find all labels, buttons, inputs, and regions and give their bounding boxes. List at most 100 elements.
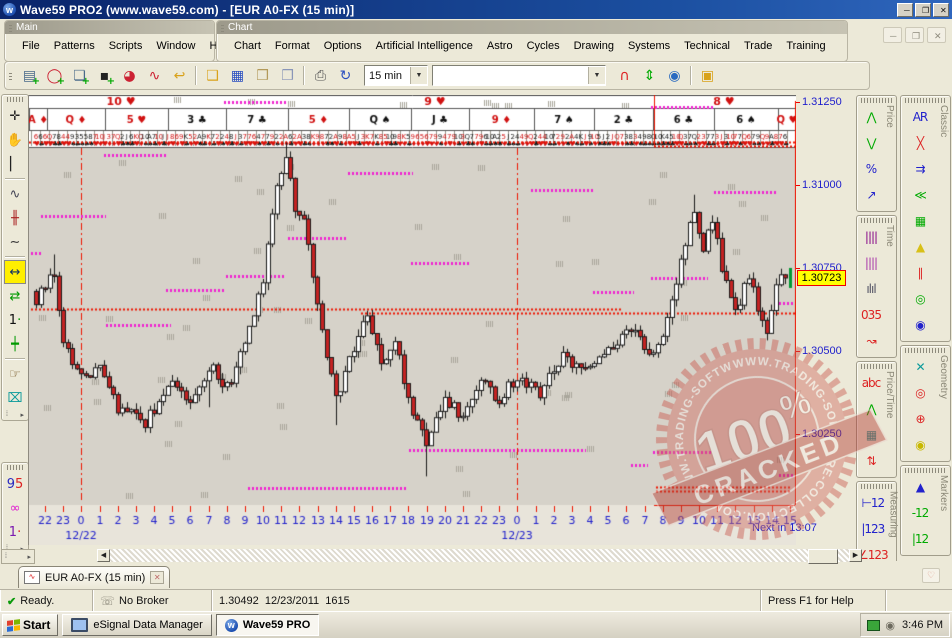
menu-drawing[interactable]: Drawing — [567, 37, 621, 55]
menu-systems[interactable]: Systems — [621, 37, 677, 55]
open-button[interactable]: ❑ — [200, 64, 225, 87]
chevron-down-icon[interactable]: ▼ — [588, 67, 605, 84]
level-marker-tool[interactable]: -12 — [902, 500, 938, 526]
count-1-tool[interactable]: 1· — [4, 520, 26, 544]
chevron-down-icon[interactable]: ▼ — [410, 67, 427, 84]
vector-tool[interactable]: ⇅ — [858, 448, 884, 474]
world-scan-tool[interactable]: ◉ — [902, 312, 938, 338]
paste-chart-button[interactable]: ❒ — [250, 64, 275, 87]
symbol-combobox[interactable]: ▼ — [432, 65, 606, 86]
delete-tool[interactable]: ⌧ — [4, 386, 26, 410]
angle-ruler-tool[interactable]: ∠123 — [858, 542, 888, 561]
print-button[interactable]: ⎙ — [308, 64, 333, 87]
menu-scripts[interactable]: Scripts — [102, 37, 150, 55]
menu-technical[interactable]: Technical — [677, 37, 737, 55]
network-tray-icon[interactable] — [867, 620, 880, 631]
trend-retrace-tool[interactable]: ⋀ — [858, 104, 884, 130]
parallel-lines-tool[interactable]: ∥ — [902, 260, 938, 286]
menu-astro[interactable]: Astro — [480, 37, 520, 55]
horizontal-scrollbar[interactable]: ◀ ▶ — [97, 549, 862, 562]
menu-chart[interactable]: Chart — [227, 37, 268, 55]
refresh-button[interactable]: ↻ — [333, 64, 358, 87]
abc-label-tool[interactable]: abc — [858, 370, 884, 396]
scroll-right-button[interactable]: ▶ — [849, 549, 862, 562]
new-chart-button[interactable]: ▤+ — [17, 64, 42, 87]
notes-button[interactable]: ▣ — [695, 64, 720, 87]
ellipse-tool[interactable]: ⊕ — [902, 406, 938, 432]
bar-marker-tool[interactable]: |12 — [902, 526, 938, 552]
hurst-cycle-tool[interactable]: ∞ — [4, 496, 26, 520]
mdi-minimize-button[interactable]: ─ — [883, 27, 902, 43]
price-steps-tool[interactable]: ↗ — [858, 182, 884, 208]
mdi-close-button[interactable]: ✕ — [927, 27, 946, 43]
center-bars-tool[interactable]: ┿ — [4, 332, 26, 356]
new-layout-button[interactable]: ❏+ — [67, 64, 92, 87]
tab-options-button[interactable]: ♡ — [922, 568, 940, 583]
menu-file[interactable]: File — [15, 37, 47, 55]
time-lines-tool[interactable]: |||| — [858, 224, 884, 250]
arcs-tool[interactable]: ✕ — [902, 354, 938, 380]
gann-grid-tool[interactable]: ▦ — [902, 208, 938, 234]
grid-tool[interactable]: ▦ — [858, 422, 884, 448]
width-ruler-tool[interactable]: ⊢12 — [858, 490, 888, 516]
taskbar-wave59-button[interactable]: wWave59 PRO — [216, 614, 319, 636]
menu-trade[interactable]: Trade — [737, 37, 779, 55]
interval-dropdown[interactable]: 15 min ▼ — [364, 65, 428, 86]
gann-fan-tool[interactable]: ≪ — [902, 182, 938, 208]
taskbar-esignal-button[interactable]: eSignal Data Manager — [62, 614, 211, 636]
menu-patterns[interactable]: Patterns — [47, 37, 102, 55]
menu-options[interactable]: Options — [317, 37, 369, 55]
pattern-tool[interactable]: ⋀ — [858, 396, 884, 422]
copy-chart-button[interactable]: ❒ — [275, 64, 300, 87]
square-spiral-tool[interactable]: ◎ — [902, 286, 938, 312]
pan-hand-tool[interactable]: ✋ — [4, 128, 26, 152]
scroll-left-button[interactable]: ◀ — [97, 549, 110, 562]
tab-close-button[interactable]: ✕ — [150, 571, 164, 584]
crosshair-tool[interactable]: ✛ — [4, 104, 26, 128]
time-wave-tool[interactable]: ↝ — [858, 328, 884, 354]
start-button[interactable]: Start — [2, 614, 58, 636]
alert-window-tool[interactable]: ▲ — [902, 234, 938, 260]
count-035-tool[interactable]: 035 — [858, 302, 884, 328]
menu-format[interactable]: Format — [268, 37, 317, 55]
gann-cross-tool[interactable]: ╳ — [902, 130, 938, 156]
magnet-button[interactable]: ∩ — [612, 64, 637, 87]
undo-button[interactable]: ↩ — [167, 64, 192, 87]
time-bars-tool[interactable]: ılıl — [858, 276, 884, 302]
volume-tray-icon[interactable]: ◉ — [885, 619, 895, 632]
expand-bars-tool[interactable]: ↔ — [4, 260, 26, 284]
andrews-pitchfork-tool[interactable]: AR — [902, 104, 938, 130]
vertical-scale-button[interactable]: ⇕ — [637, 64, 662, 87]
tab-eur-a0-fx[interactable]: ∿ EUR A0-FX (15 min) ✕ — [18, 566, 170, 588]
price-channel-tool[interactable]: ⋁ — [858, 130, 884, 156]
menu-artificial-intelligence[interactable]: Artificial Intelligence — [369, 37, 480, 55]
menu-cycles[interactable]: Cycles — [520, 37, 567, 55]
minimize-button[interactable]: ─ — [897, 3, 913, 17]
vertical-line-tool[interactable]: ▏ — [4, 152, 26, 176]
swing-arrows-tool[interactable]: ⇉ — [902, 156, 938, 182]
toolbar-scroll-stub[interactable]: ⁞▸ — [1, 549, 35, 564]
new-quote-window-button[interactable]: ▪+ — [92, 64, 117, 87]
one-to-one-scale-tool[interactable]: 1· — [4, 308, 26, 332]
palette-scroll-arrows[interactable]: ⁞▸ — [2, 410, 28, 420]
save-button[interactable]: ▦ — [225, 64, 250, 87]
menu-window[interactable]: Window — [149, 37, 202, 55]
eye-button[interactable]: ◉ — [662, 64, 687, 87]
height-ruler-tool[interactable]: |123 — [858, 516, 888, 542]
line-chart-tool[interactable]: ∼ — [4, 230, 26, 254]
scrollbar-thumb[interactable] — [808, 549, 838, 564]
zigzag-bars-tool[interactable]: ∿ — [4, 182, 26, 206]
chart-toolbar-caption[interactable]: Chart — [217, 21, 847, 34]
gann-95-tool[interactable]: 95 — [4, 472, 26, 496]
triangle-marker-tool[interactable]: ▲ — [902, 474, 938, 500]
sphere-tool[interactable]: ◉ — [902, 432, 938, 458]
restore-button[interactable]: ❐ — [915, 3, 931, 17]
chart-canvas[interactable] — [29, 95, 796, 545]
pointer-tool[interactable]: ☞ — [4, 362, 26, 386]
percent-retrace-tool[interactable]: % — [858, 156, 884, 182]
compress-bars-tool[interactable]: ⇄ — [4, 284, 26, 308]
candlestick-tool[interactable]: ╫ — [4, 206, 26, 230]
circles-tool[interactable]: ◎ — [902, 380, 938, 406]
time-division-tool[interactable]: |||| — [858, 250, 884, 276]
main-toolbar-caption[interactable]: Main — [5, 21, 214, 34]
